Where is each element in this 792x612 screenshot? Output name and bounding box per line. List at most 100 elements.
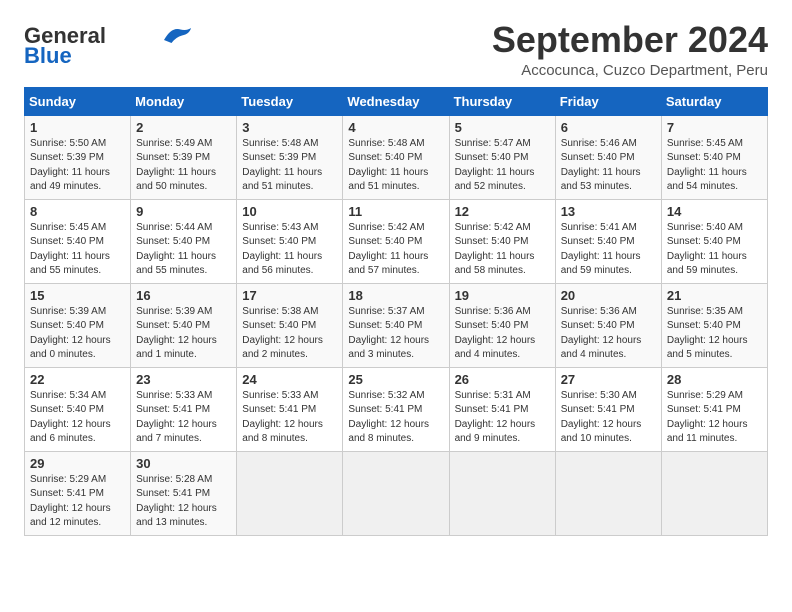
calendar-cell: 20 Sunrise: 5:36 AM Sunset: 5:40 PM Dayli… [555, 283, 661, 367]
day-info: Sunrise: 5:32 AM Sunset: 5:41 PM Dayligh… [348, 389, 443, 447]
day-number: 27 [561, 372, 656, 387]
day-info: Sunrise: 5:47 AM Sunset: 5:40 PM Dayligh… [455, 137, 550, 195]
logo-blue: Blue [24, 43, 72, 69]
calendar-cell: 1 Sunrise: 5:50 AM Sunset: 5:39 PM Daylig… [25, 115, 131, 199]
header: General Blue September 2024 Accocunca, C… [24, 20, 768, 79]
calendar-cell: 14 Sunrise: 5:40 AM Sunset: 5:40 PM Dayli… [661, 199, 767, 283]
day-number: 13 [561, 204, 656, 219]
day-number: 5 [455, 120, 550, 135]
day-number: 17 [242, 288, 337, 303]
day-info: Sunrise: 5:50 AM Sunset: 5:39 PM Dayligh… [30, 137, 125, 195]
day-info: Sunrise: 5:31 AM Sunset: 5:41 PM Dayligh… [455, 389, 550, 447]
title-block: September 2024 Accocunca, Cuzco Departme… [492, 20, 768, 79]
logo-bird-icon [158, 23, 194, 45]
calendar-cell: 24 Sunrise: 5:33 AM Sunset: 5:41 PM Dayli… [237, 367, 343, 451]
day-number: 21 [667, 288, 762, 303]
day-info: Sunrise: 5:33 AM Sunset: 5:41 PM Dayligh… [242, 389, 337, 447]
day-number: 11 [348, 204, 443, 219]
calendar-cell: 25 Sunrise: 5:32 AM Sunset: 5:41 PM Dayli… [343, 367, 449, 451]
week-row-4: 22Sunrise: 5:34 AM Sunset: 5:40 PM Dayli… [25, 367, 768, 451]
calendar-cell: 30Sunrise: 5:28 AM Sunset: 5:41 PM Dayli… [131, 451, 237, 535]
week-row-2: 8 Sunrise: 5:45 AM Sunset: 5:40 PM Daylig… [25, 199, 768, 283]
calendar-cell: 23 Sunrise: 5:33 AM Sunset: 5:41 PM Dayli… [131, 367, 237, 451]
day-number: 25 [348, 372, 443, 387]
day-number: 12 [455, 204, 550, 219]
calendar-cell: 15 Sunrise: 5:39 AM Sunset: 5:40 PM Dayli… [25, 283, 131, 367]
day-info: Sunrise: 5:43 AM Sunset: 5:40 PM Dayligh… [242, 221, 337, 279]
calendar-cell: 12 Sunrise: 5:42 AM Sunset: 5:40 PM Dayli… [449, 199, 555, 283]
day-number: 24 [242, 372, 337, 387]
day-info: Sunrise: 5:45 AM Sunset: 5:40 PM Dayligh… [30, 221, 125, 279]
calendar-cell: 9 Sunrise: 5:44 AM Sunset: 5:40 PM Daylig… [131, 199, 237, 283]
day-number: 18 [348, 288, 443, 303]
weekday-header-wednesday: Wednesday [343, 87, 449, 115]
day-number: 9 [136, 204, 231, 219]
day-number: 7 [667, 120, 762, 135]
day-info: Sunrise: 5:36 AM Sunset: 5:40 PM Dayligh… [455, 305, 550, 363]
day-number: 22 [30, 372, 125, 387]
calendar-cell: 17 Sunrise: 5:38 AM Sunset: 5:40 PM Dayli… [237, 283, 343, 367]
day-info: Sunrise: 5:48 AM Sunset: 5:40 PM Dayligh… [348, 137, 443, 195]
day-number: 1 [30, 120, 125, 135]
location: Accocunca, Cuzco Department, Peru [492, 62, 768, 79]
calendar-cell: 26Sunrise: 5:31 AM Sunset: 5:41 PM Dayli… [449, 367, 555, 451]
calendar-cell: 5 Sunrise: 5:47 AM Sunset: 5:40 PM Daylig… [449, 115, 555, 199]
week-row-3: 15 Sunrise: 5:39 AM Sunset: 5:40 PM Dayli… [25, 283, 768, 367]
calendar-cell [449, 451, 555, 535]
calendar-cell: 22Sunrise: 5:34 AM Sunset: 5:40 PM Dayli… [25, 367, 131, 451]
weekday-header-sunday: Sunday [25, 87, 131, 115]
day-info: Sunrise: 5:40 AM Sunset: 5:40 PM Dayligh… [667, 221, 762, 279]
day-info: Sunrise: 5:48 AM Sunset: 5:39 PM Dayligh… [242, 137, 337, 195]
day-info: Sunrise: 5:49 AM Sunset: 5:39 PM Dayligh… [136, 137, 231, 195]
calendar-cell: 13 Sunrise: 5:41 AM Sunset: 5:40 PM Dayli… [555, 199, 661, 283]
day-info: Sunrise: 5:36 AM Sunset: 5:40 PM Dayligh… [561, 305, 656, 363]
day-info: Sunrise: 5:44 AM Sunset: 5:40 PM Dayligh… [136, 221, 231, 279]
week-row-1: 1 Sunrise: 5:50 AM Sunset: 5:39 PM Daylig… [25, 115, 768, 199]
day-info: Sunrise: 5:41 AM Sunset: 5:40 PM Dayligh… [561, 221, 656, 279]
day-number: 6 [561, 120, 656, 135]
day-info: Sunrise: 5:42 AM Sunset: 5:40 PM Dayligh… [455, 221, 550, 279]
calendar-cell: 11 Sunrise: 5:42 AM Sunset: 5:40 PM Dayli… [343, 199, 449, 283]
weekday-header-tuesday: Tuesday [237, 87, 343, 115]
calendar-cell: 27Sunrise: 5:30 AM Sunset: 5:41 PM Dayli… [555, 367, 661, 451]
calendar-cell: 6 Sunrise: 5:46 AM Sunset: 5:40 PM Daylig… [555, 115, 661, 199]
day-info: Sunrise: 5:35 AM Sunset: 5:40 PM Dayligh… [667, 305, 762, 363]
calendar-table: SundayMondayTuesdayWednesdayThursdayFrid… [24, 87, 768, 536]
weekday-header-monday: Monday [131, 87, 237, 115]
day-number: 8 [30, 204, 125, 219]
day-number: 23 [136, 372, 231, 387]
day-info: Sunrise: 5:46 AM Sunset: 5:40 PM Dayligh… [561, 137, 656, 195]
day-number: 10 [242, 204, 337, 219]
day-info: Sunrise: 5:38 AM Sunset: 5:40 PM Dayligh… [242, 305, 337, 363]
day-info: Sunrise: 5:33 AM Sunset: 5:41 PM Dayligh… [136, 389, 231, 447]
day-number: 2 [136, 120, 231, 135]
day-info: Sunrise: 5:29 AM Sunset: 5:41 PM Dayligh… [30, 473, 125, 531]
logo: General Blue [24, 24, 194, 69]
day-info: Sunrise: 5:45 AM Sunset: 5:40 PM Dayligh… [667, 137, 762, 195]
day-number: 15 [30, 288, 125, 303]
day-info: Sunrise: 5:37 AM Sunset: 5:40 PM Dayligh… [348, 305, 443, 363]
calendar-cell [555, 451, 661, 535]
day-number: 14 [667, 204, 762, 219]
calendar-cell [343, 451, 449, 535]
weekday-header-friday: Friday [555, 87, 661, 115]
day-number: 16 [136, 288, 231, 303]
calendar-cell: 16Sunrise: 5:39 AM Sunset: 5:40 PM Dayli… [131, 283, 237, 367]
day-info: Sunrise: 5:39 AM Sunset: 5:40 PM Dayligh… [30, 305, 125, 363]
calendar-cell [661, 451, 767, 535]
calendar-cell: 2 Sunrise: 5:49 AM Sunset: 5:39 PM Daylig… [131, 115, 237, 199]
calendar-cell: 18 Sunrise: 5:37 AM Sunset: 5:40 PM Dayli… [343, 283, 449, 367]
day-number: 19 [455, 288, 550, 303]
calendar-cell: 7 Sunrise: 5:45 AM Sunset: 5:40 PM Daylig… [661, 115, 767, 199]
day-info: Sunrise: 5:42 AM Sunset: 5:40 PM Dayligh… [348, 221, 443, 279]
weekday-header-saturday: Saturday [661, 87, 767, 115]
week-row-5: 29 Sunrise: 5:29 AM Sunset: 5:41 PM Dayli… [25, 451, 768, 535]
calendar-cell: 21 Sunrise: 5:35 AM Sunset: 5:40 PM Dayli… [661, 283, 767, 367]
calendar-cell: 3Sunrise: 5:48 AM Sunset: 5:39 PM Daylig… [237, 115, 343, 199]
day-number: 29 [30, 456, 125, 471]
month-title: September 2024 [492, 20, 768, 60]
calendar-cell [237, 451, 343, 535]
day-number: 20 [561, 288, 656, 303]
weekday-header-row: SundayMondayTuesdayWednesdayThursdayFrid… [25, 87, 768, 115]
calendar-cell: 4Sunrise: 5:48 AM Sunset: 5:40 PM Daylig… [343, 115, 449, 199]
